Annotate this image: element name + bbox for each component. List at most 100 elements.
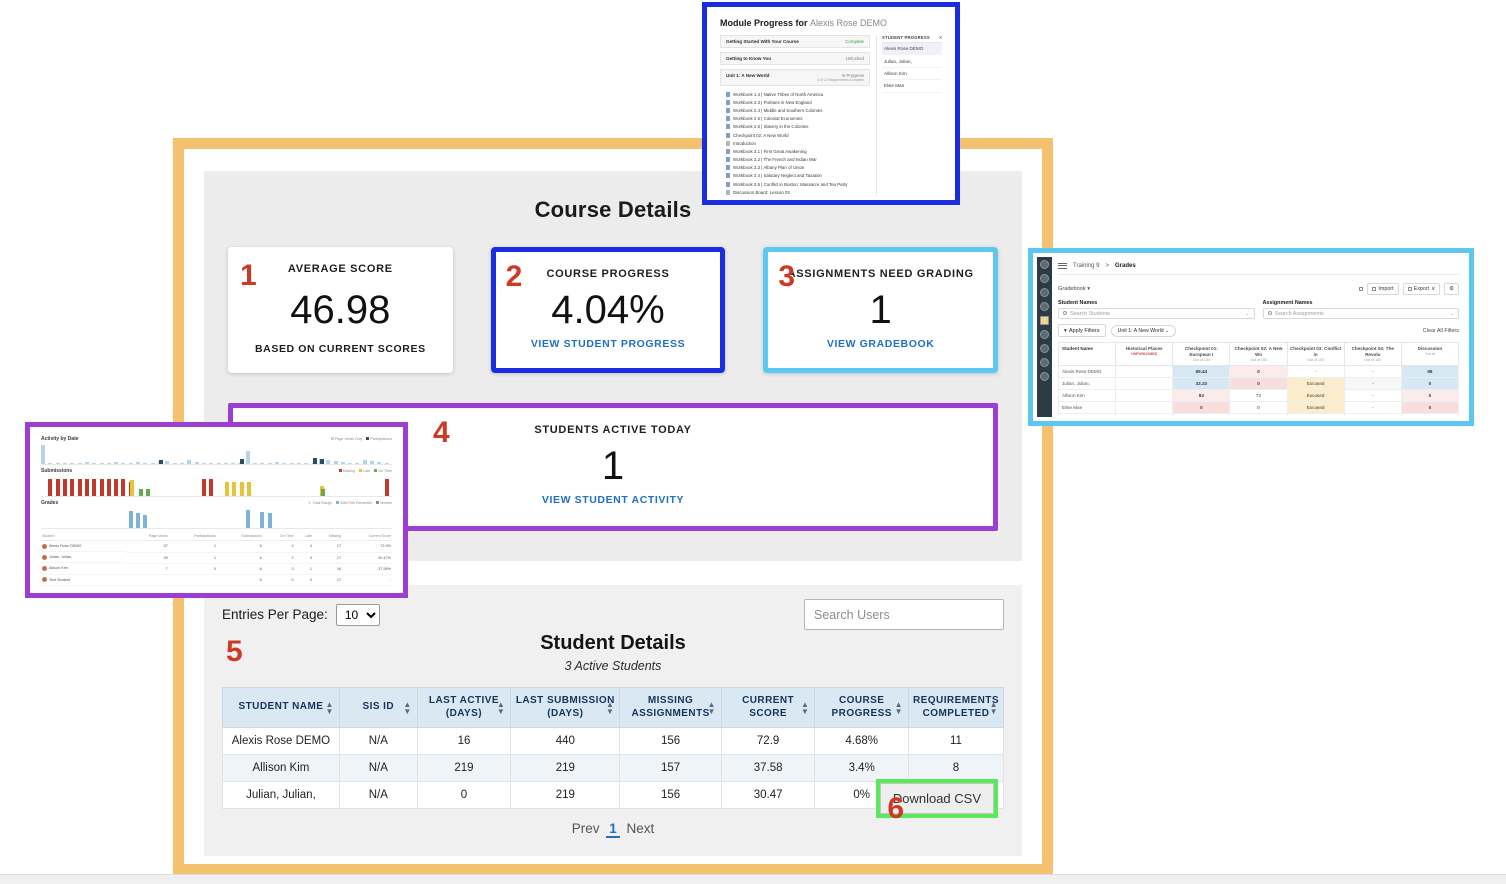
pagination-page-1[interactable]: 1 <box>606 821 620 838</box>
col-current-score[interactable]: CURRENT SCORE ▲ ▼ <box>720 687 816 728</box>
sort-icon-last-submission[interactable]: ▲ ▼ <box>606 700 614 715</box>
module-item[interactable]: Workbook 2.5 | Colonial Economies <box>720 115 870 123</box>
gradebook-grade-cell[interactable]: - <box>1343 364 1402 378</box>
dashboard-icon[interactable] <box>1040 288 1049 297</box>
analytics-column-header[interactable]: On Time <box>262 532 295 541</box>
gradebook-grade-cell[interactable]: 33.33 <box>1172 376 1231 390</box>
gradebook-grade-cell[interactable]: 69.44 <box>1172 364 1231 378</box>
gradebook-grade-cell[interactable]: 72 <box>1229 388 1288 402</box>
gradebook-grade-cell[interactable]: 0 <box>1400 388 1460 402</box>
module-item[interactable]: Workbook 1.4 | Native Tribes of North Am… <box>720 90 870 98</box>
sort-icon-current-score[interactable]: ▲ ▼ <box>801 700 809 715</box>
gradebook-grade-cell[interactable]: 0 <box>1400 376 1460 390</box>
search-assignments-input[interactable]: Search Assignments ⌄ <box>1262 308 1459 320</box>
view-gradebook-link[interactable]: VIEW GRADEBOOK <box>778 338 983 350</box>
search-users-input[interactable] <box>804 599 1004 630</box>
module-item[interactable]: Workbook 3.4 | Salutary Neglect and Taxa… <box>720 172 870 180</box>
export-button[interactable]: Export ∨ <box>1402 283 1441 296</box>
gradebook-grade-cell[interactable]: 0 <box>1172 400 1231 414</box>
module-row[interactable]: Getting to Know You Unlocked <box>720 52 870 65</box>
sort-icon-missing-assignments[interactable]: ▲ ▼ <box>707 700 715 715</box>
gradebook-column-header[interactable]: Checkpoint 03: Conflict in Out of 100 <box>1286 342 1345 366</box>
gradebook-grade-cell[interactable] <box>1115 388 1174 402</box>
col-last-submission[interactable]: LAST SUBMISSION (DAYS) ▲ ▼ <box>510 687 621 728</box>
pagination-prev[interactable]: Prev <box>569 821 603 836</box>
view-options-icon[interactable] <box>1359 287 1364 292</box>
student-progress-item[interactable]: Julian, Julian, <box>882 55 942 68</box>
gradebook-grade-cell[interactable]: 84 <box>1172 388 1231 402</box>
sort-icon-requirements-completed[interactable]: ▲ ▼ <box>990 700 998 715</box>
gradebook-grade-cell[interactable]: Excused <box>1286 400 1345 414</box>
gradebook-row[interactable]: Alexis Rose DEMO 69.44 0- -98 <box>1057 364 1460 378</box>
module-item[interactable]: Workbook 3.2 | The French and Indian War <box>720 156 870 164</box>
gradebook-grade-cell[interactable]: - <box>1172 412 1231 417</box>
table-row[interactable]: Allison Kim N/A 219 219 157 37.58 3.4% 8 <box>222 754 1005 782</box>
module-item[interactable]: Checkpoint 02: A New World <box>720 131 870 139</box>
module-item[interactable]: Introduction <box>720 139 870 147</box>
sort-icon-sis-id[interactable]: ▲ ▼ <box>403 700 411 715</box>
module-item[interactable]: Workbook 3.1 | First Great Awakening <box>720 147 870 155</box>
module-item[interactable]: Workbook 2.6 | Slavery in the Colonies <box>720 123 870 131</box>
gradebook-column-header[interactable]: Student Name <box>1057 342 1117 366</box>
gradebook-column-header[interactable]: Historical Places UNPUBLISHED <box>1115 342 1174 366</box>
gradebook-grade-cell[interactable] <box>1115 400 1174 414</box>
gradebook-grade-cell[interactable]: Excused <box>1286 376 1345 390</box>
student-progress-item[interactable]: Elsie Mae <box>882 80 942 93</box>
gradebook-grade-cell[interactable]: - <box>1343 400 1402 414</box>
module-item[interactable]: Workbook 3.3 | Albany Plan of Union <box>720 164 870 172</box>
module-item[interactable]: Workbook 2.4 | Middle and Southern Colon… <box>720 106 870 114</box>
apply-filters-button[interactable]: ▾ Apply Filters <box>1058 324 1106 338</box>
col-student-name[interactable]: STUDENT NAME ▲ ▼ <box>222 687 340 728</box>
gradebook-grade-cell[interactable]: 98 <box>1400 364 1460 378</box>
entries-per-page-select[interactable]: 10 <box>335 603 380 626</box>
gear-icon[interactable]: ⚙ <box>1444 283 1459 296</box>
student-progress-item[interactable]: Alexis Rose DEMO <box>882 43 942 56</box>
gradebook-grade-cell[interactable]: - <box>1229 412 1288 417</box>
close-icon[interactable]: × <box>939 35 942 40</box>
gradebook-grade-cell[interactable]: 0 <box>1229 364 1288 378</box>
gradebook-row[interactable]: Elsie Mae 0 0 Excused -0 <box>1057 400 1460 414</box>
clear-all-filters-link[interactable]: Clear All Filters <box>1423 328 1459 334</box>
gradebook-grade-cell[interactable]: 0 <box>1229 400 1288 414</box>
view-student-progress-link[interactable]: VIEW STUDENT PROGRESS <box>506 338 711 350</box>
gradebook-grade-cell[interactable]: - <box>1400 412 1460 417</box>
analytics-column-header[interactable]: Current Score <box>342 532 392 541</box>
sort-icon-course-progress[interactable]: ▲ ▼ <box>895 700 903 715</box>
gradebook-grade-cell[interactable]: - <box>1286 364 1345 378</box>
table-row[interactable]: Alexis Rose DEMO N/A 16 440 156 72.9 4.68% 11 <box>222 727 1005 755</box>
unit-filter-pill[interactable]: Unit 1: A New World ⌄ <box>1110 324 1177 337</box>
gradebook-grade-cell[interactable] <box>1115 376 1174 390</box>
module-row[interactable]: Getting Started With Your Course Complete <box>720 35 870 48</box>
analytics-column-header[interactable]: Student <box>41 532 126 541</box>
module-item[interactable]: Discussion Board: Lesson 03 <box>720 188 870 195</box>
inbox-icon[interactable] <box>1040 330 1049 339</box>
col-last-active[interactable]: LAST ACTIVE (DAYS) ▲ ▼ <box>416 687 512 728</box>
gradebook-grade-cell[interactable]: - <box>1343 376 1402 390</box>
student-progress-item[interactable]: Allison Kim <box>882 68 942 81</box>
sort-icon-student-name[interactable]: ▲ ▼ <box>325 700 333 715</box>
gradebook-grade-cell[interactable]: Excused <box>1286 388 1345 402</box>
breadcrumb-course[interactable]: Training 9 <box>1073 263 1099 269</box>
module-row[interactable]: Unit 1: A New World In Progress 0 of 12 Re… <box>720 69 870 86</box>
module-item[interactable]: Workbook 3.5 | Conflict in Boston: Massa… <box>720 180 870 188</box>
gradebook-grade-cell[interactable]: - <box>1343 412 1402 417</box>
account-avatar-icon[interactable] <box>1040 260 1049 269</box>
gradebook-grade-cell[interactable]: 0 <box>1400 400 1460 414</box>
admin-icon[interactable] <box>1040 274 1049 283</box>
gradebook-grade-cell[interactable]: - <box>1343 388 1402 402</box>
gradebook-row[interactable]: Julian, Julian, 33.33 0 Excused -0 <box>1057 376 1460 390</box>
col-sis-id[interactable]: SIS ID ▲ ▼ <box>338 687 418 728</box>
commons-icon[interactable] <box>1040 358 1049 367</box>
pagination-next[interactable]: Next <box>624 821 658 836</box>
history-icon[interactable] <box>1040 344 1049 353</box>
calendar-icon[interactable] <box>1040 316 1049 325</box>
import-button[interactable]: Import <box>1367 283 1399 296</box>
courses-icon[interactable] <box>1040 302 1049 311</box>
gradebook-grade-cell[interactable]: 0 <box>1229 376 1288 390</box>
analytics-column-header[interactable]: Late <box>294 532 314 541</box>
gradebook-column-header[interactable]: Discussion Out of <box>1400 342 1460 366</box>
analytics-column-header[interactable]: Page Views <box>125 532 169 541</box>
analytics-column-header[interactable]: Participations <box>168 532 217 541</box>
search-students-input[interactable]: Search Students ⌄ <box>1058 308 1255 320</box>
module-item[interactable]: Workbook 2.3 | Puritans in New England <box>720 98 870 106</box>
